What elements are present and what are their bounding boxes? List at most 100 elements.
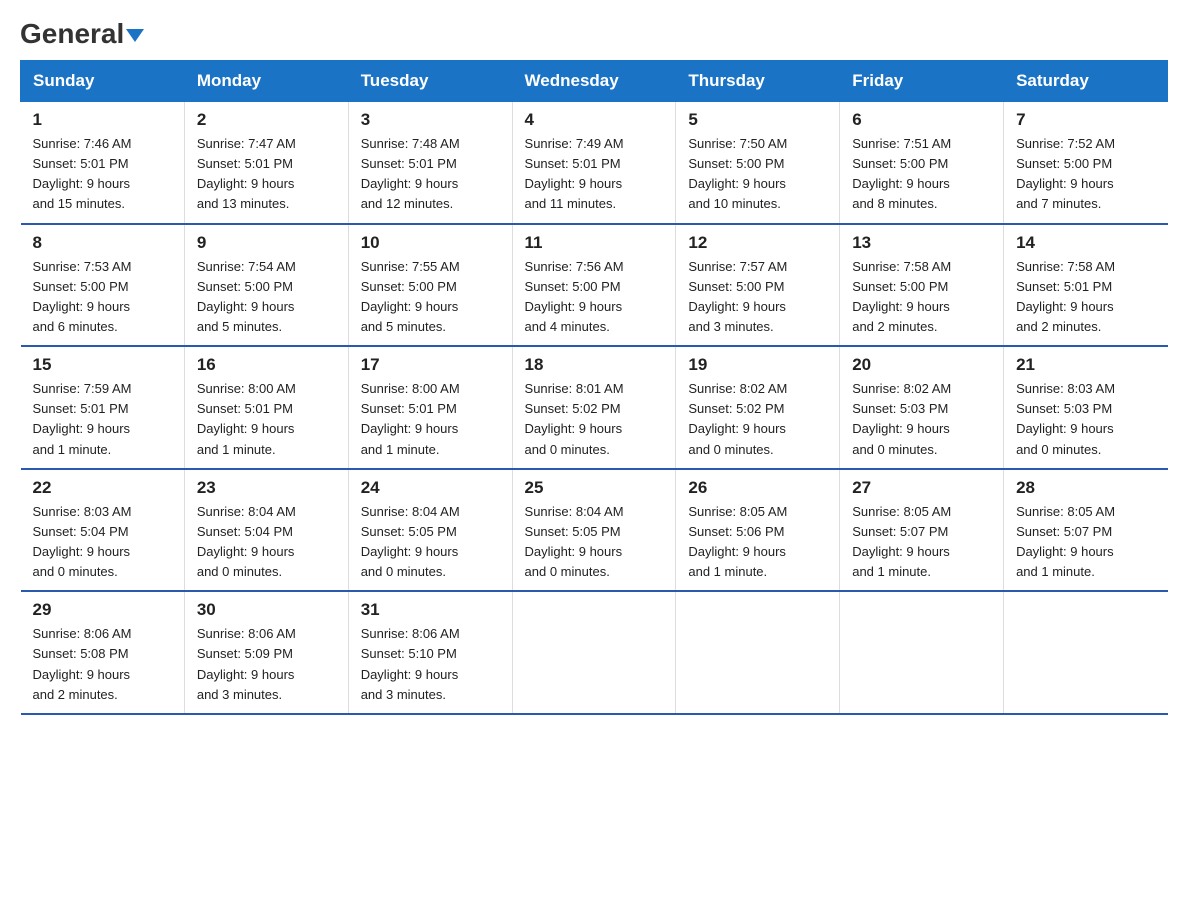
day-info: Sunrise: 8:02 AM Sunset: 5:02 PM Dayligh… — [688, 379, 827, 460]
calendar-cell: 18Sunrise: 8:01 AM Sunset: 5:02 PM Dayli… — [512, 346, 676, 469]
day-number: 10 — [361, 233, 500, 253]
day-number: 13 — [852, 233, 991, 253]
day-info: Sunrise: 8:04 AM Sunset: 5:04 PM Dayligh… — [197, 502, 336, 583]
weekday-header-tuesday: Tuesday — [348, 61, 512, 102]
calendar-cell: 22 Sunrise: 8:03 AM Sunset: 5:04 PM Dayli… — [21, 469, 185, 592]
day-number: 15 — [33, 355, 172, 375]
day-info: Sunrise: 8:00 AM Sunset: 5:01 PM Dayligh… — [361, 379, 500, 460]
calendar-cell: 6 Sunrise: 7:51 AM Sunset: 5:00 PM Daylig… — [840, 102, 1004, 224]
weekday-header-thursday: Thursday — [676, 61, 840, 102]
day-info: Sunrise: 7:46 AM Sunset: 5:01 PM Dayligh… — [33, 134, 172, 215]
day-info: Sunrise: 8:04 AM Sunset: 5:05 PM Dayligh… — [361, 502, 500, 583]
calendar-cell: 21 Sunrise: 8:03 AM Sunset: 5:03 PM Dayli… — [1004, 346, 1168, 469]
calendar-cell: 12 Sunrise: 7:57 AM Sunset: 5:00 PM Dayli… — [676, 224, 840, 347]
day-number: 23 — [197, 478, 336, 498]
page-header: General — [20, 20, 1168, 50]
day-info: Sunrise: 7:51 AM Sunset: 5:00 PM Dayligh… — [852, 134, 991, 215]
calendar-cell: 3 Sunrise: 7:48 AM Sunset: 5:01 PM Daylig… — [348, 102, 512, 224]
calendar-cell: 11Sunrise: 7:56 AM Sunset: 5:00 PM Dayli… — [512, 224, 676, 347]
day-info: Sunrise: 8:05 AM Sunset: 5:06 PM Dayligh… — [688, 502, 827, 583]
calendar-table: SundayMondayTuesdayWednesdayThursdayFrid… — [20, 60, 1168, 715]
day-info: Sunrise: 7:52 AM Sunset: 5:00 PM Dayligh… — [1016, 134, 1155, 215]
day-number: 11 — [525, 233, 664, 253]
day-info: Sunrise: 8:03 AM Sunset: 5:03 PM Dayligh… — [1016, 379, 1155, 460]
calendar-week-row: 29 Sunrise: 8:06 AM Sunset: 5:08 PM Dayli… — [21, 591, 1168, 714]
weekday-header-wednesday: Wednesday — [512, 61, 676, 102]
day-info: Sunrise: 7:58 AM Sunset: 5:01 PM Dayligh… — [1016, 257, 1155, 338]
calendar-cell: 28 Sunrise: 8:05 AM Sunset: 5:07 PM Dayli… — [1004, 469, 1168, 592]
day-number: 16 — [197, 355, 336, 375]
day-info: Sunrise: 7:48 AM Sunset: 5:01 PM Dayligh… — [361, 134, 500, 215]
calendar-cell: 17 Sunrise: 8:00 AM Sunset: 5:01 PM Dayli… — [348, 346, 512, 469]
day-number: 28 — [1016, 478, 1155, 498]
day-number: 14 — [1016, 233, 1155, 253]
day-number: 19 — [688, 355, 827, 375]
day-number: 22 — [33, 478, 172, 498]
day-number: 18 — [525, 355, 664, 375]
day-info: Sunrise: 8:06 AM Sunset: 5:10 PM Dayligh… — [361, 624, 500, 705]
calendar-cell — [840, 591, 1004, 714]
calendar-cell: 14 Sunrise: 7:58 AM Sunset: 5:01 PM Dayli… — [1004, 224, 1168, 347]
calendar-cell: 27Sunrise: 8:05 AM Sunset: 5:07 PM Dayli… — [840, 469, 1004, 592]
day-number: 17 — [361, 355, 500, 375]
day-number: 21 — [1016, 355, 1155, 375]
calendar-week-row: 15 Sunrise: 7:59 AM Sunset: 5:01 PM Dayli… — [21, 346, 1168, 469]
calendar-cell: 29 Sunrise: 8:06 AM Sunset: 5:08 PM Dayli… — [21, 591, 185, 714]
day-number: 31 — [361, 600, 500, 620]
weekday-header-sunday: Sunday — [21, 61, 185, 102]
calendar-cell: 24 Sunrise: 8:04 AM Sunset: 5:05 PM Dayli… — [348, 469, 512, 592]
day-number: 8 — [33, 233, 172, 253]
day-number: 20 — [852, 355, 991, 375]
day-info: Sunrise: 7:57 AM Sunset: 5:00 PM Dayligh… — [688, 257, 827, 338]
day-number: 1 — [33, 110, 172, 130]
day-number: 29 — [33, 600, 172, 620]
day-info: Sunrise: 7:49 AM Sunset: 5:01 PM Dayligh… — [525, 134, 664, 215]
weekday-header-row: SundayMondayTuesdayWednesdayThursdayFrid… — [21, 61, 1168, 102]
day-info: Sunrise: 8:04 AM Sunset: 5:05 PM Dayligh… — [525, 502, 664, 583]
day-number: 2 — [197, 110, 336, 130]
calendar-cell: 20 Sunrise: 8:02 AM Sunset: 5:03 PM Dayli… — [840, 346, 1004, 469]
day-number: 3 — [361, 110, 500, 130]
calendar-cell: 13 Sunrise: 7:58 AM Sunset: 5:00 PM Dayli… — [840, 224, 1004, 347]
day-number: 12 — [688, 233, 827, 253]
day-info: Sunrise: 7:55 AM Sunset: 5:00 PM Dayligh… — [361, 257, 500, 338]
day-number: 24 — [361, 478, 500, 498]
day-info: Sunrise: 7:53 AM Sunset: 5:00 PM Dayligh… — [33, 257, 172, 338]
day-number: 27 — [852, 478, 991, 498]
day-number: 30 — [197, 600, 336, 620]
calendar-cell: 30Sunrise: 8:06 AM Sunset: 5:09 PM Dayli… — [184, 591, 348, 714]
day-info: Sunrise: 7:50 AM Sunset: 5:00 PM Dayligh… — [688, 134, 827, 215]
calendar-cell: 10 Sunrise: 7:55 AM Sunset: 5:00 PM Dayli… — [348, 224, 512, 347]
day-info: Sunrise: 8:05 AM Sunset: 5:07 PM Dayligh… — [1016, 502, 1155, 583]
calendar-cell — [676, 591, 840, 714]
logo-line1: General — [20, 20, 144, 48]
logo: General — [20, 20, 144, 50]
calendar-cell: 9Sunrise: 7:54 AM Sunset: 5:00 PM Daylig… — [184, 224, 348, 347]
day-info: Sunrise: 8:06 AM Sunset: 5:08 PM Dayligh… — [33, 624, 172, 705]
calendar-cell: 4Sunrise: 7:49 AM Sunset: 5:01 PM Daylig… — [512, 102, 676, 224]
calendar-week-row: 8 Sunrise: 7:53 AM Sunset: 5:00 PM Daylig… — [21, 224, 1168, 347]
day-number: 7 — [1016, 110, 1155, 130]
calendar-cell — [512, 591, 676, 714]
calendar-cell: 26Sunrise: 8:05 AM Sunset: 5:06 PM Dayli… — [676, 469, 840, 592]
calendar-cell: 25 Sunrise: 8:04 AM Sunset: 5:05 PM Dayli… — [512, 469, 676, 592]
day-info: Sunrise: 7:47 AM Sunset: 5:01 PM Dayligh… — [197, 134, 336, 215]
calendar-cell: 31 Sunrise: 8:06 AM Sunset: 5:10 PM Dayli… — [348, 591, 512, 714]
logo-triangle-icon — [126, 29, 144, 42]
calendar-cell: 8 Sunrise: 7:53 AM Sunset: 5:00 PM Daylig… — [21, 224, 185, 347]
day-info: Sunrise: 8:02 AM Sunset: 5:03 PM Dayligh… — [852, 379, 991, 460]
day-number: 6 — [852, 110, 991, 130]
day-info: Sunrise: 7:54 AM Sunset: 5:00 PM Dayligh… — [197, 257, 336, 338]
calendar-cell: 2 Sunrise: 7:47 AM Sunset: 5:01 PM Daylig… — [184, 102, 348, 224]
day-info: Sunrise: 8:03 AM Sunset: 5:04 PM Dayligh… — [33, 502, 172, 583]
day-number: 25 — [525, 478, 664, 498]
day-number: 5 — [688, 110, 827, 130]
calendar-cell: 23 Sunrise: 8:04 AM Sunset: 5:04 PM Dayli… — [184, 469, 348, 592]
day-info: Sunrise: 7:59 AM Sunset: 5:01 PM Dayligh… — [33, 379, 172, 460]
calendar-cell: 16Sunrise: 8:00 AM Sunset: 5:01 PM Dayli… — [184, 346, 348, 469]
day-info: Sunrise: 7:58 AM Sunset: 5:00 PM Dayligh… — [852, 257, 991, 338]
calendar-cell: 1 Sunrise: 7:46 AM Sunset: 5:01 PM Daylig… — [21, 102, 185, 224]
calendar-cell: 7 Sunrise: 7:52 AM Sunset: 5:00 PM Daylig… — [1004, 102, 1168, 224]
calendar-cell: 5 Sunrise: 7:50 AM Sunset: 5:00 PM Daylig… — [676, 102, 840, 224]
weekday-header-monday: Monday — [184, 61, 348, 102]
